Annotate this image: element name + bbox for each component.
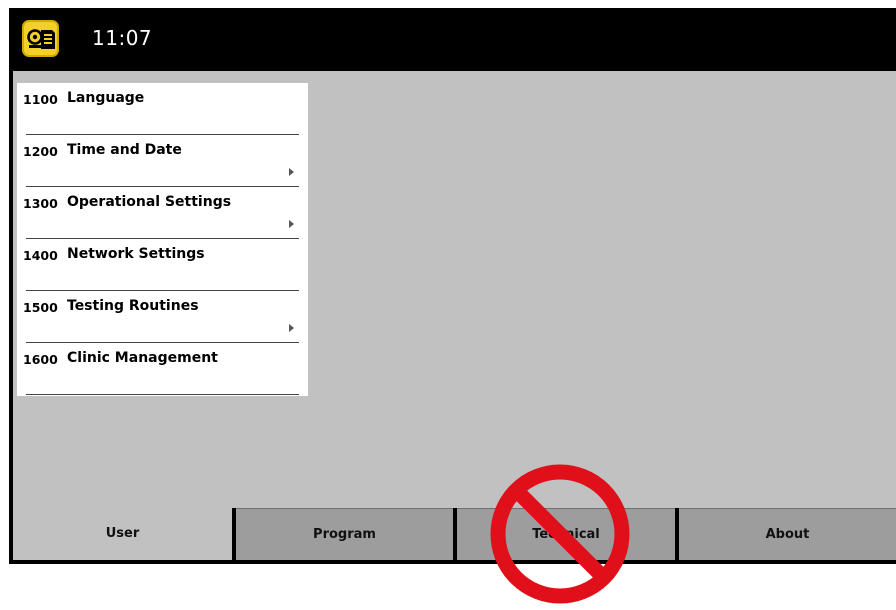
menu-item-label: Operational Settings [67,194,232,210]
menu-item-language[interactable]: 1100 Language [17,83,308,135]
tab-program[interactable]: Program [236,508,453,560]
menu-item-code: 1100 [23,92,58,107]
chevron-right-icon [289,220,294,228]
manual-book-icon[interactable] [22,20,59,57]
tab-label: User [105,526,140,541]
menu-item-label: Clinic Management [67,350,218,366]
menu-item-label: Language [67,90,145,106]
menu-item-label: Testing Routines [67,298,199,314]
menu-item-code: 1600 [23,352,58,367]
menu-item-network-settings[interactable]: 1400 Network Settings [17,239,308,291]
menu-item-label: Time and Date [67,142,182,158]
bottom-tab-bar: User Program Technical About [13,508,896,562]
tab-about[interactable]: About [679,508,896,560]
menu-item-clinic-management[interactable]: 1600 Clinic Management [17,343,308,395]
menu-item-time-and-date[interactable]: 1200 Time and Date [17,135,308,187]
tab-label: Program [313,527,376,542]
menu-item-code: 1200 [23,144,58,159]
settings-menu: 1100 Language 1200 Time and Date 1300 Op… [17,83,308,396]
menu-item-code: 1300 [23,196,58,211]
menu-item-label: Network Settings [67,246,205,262]
top-bar: 11:07 [9,8,896,70]
chevron-right-icon [289,324,294,332]
prohibited-icon [490,464,630,604]
menu-item-testing-routines[interactable]: 1500 Testing Routines [17,291,308,343]
divider [26,394,299,395]
tab-user[interactable]: User [13,508,232,560]
menu-item-code: 1400 [23,248,58,263]
tab-label: About [765,527,810,542]
chevron-right-icon [289,168,294,176]
menu-item-code: 1500 [23,300,58,315]
menu-item-operational-settings[interactable]: 1300 Operational Settings [17,187,308,239]
clock-time: 11:07 [92,26,153,50]
